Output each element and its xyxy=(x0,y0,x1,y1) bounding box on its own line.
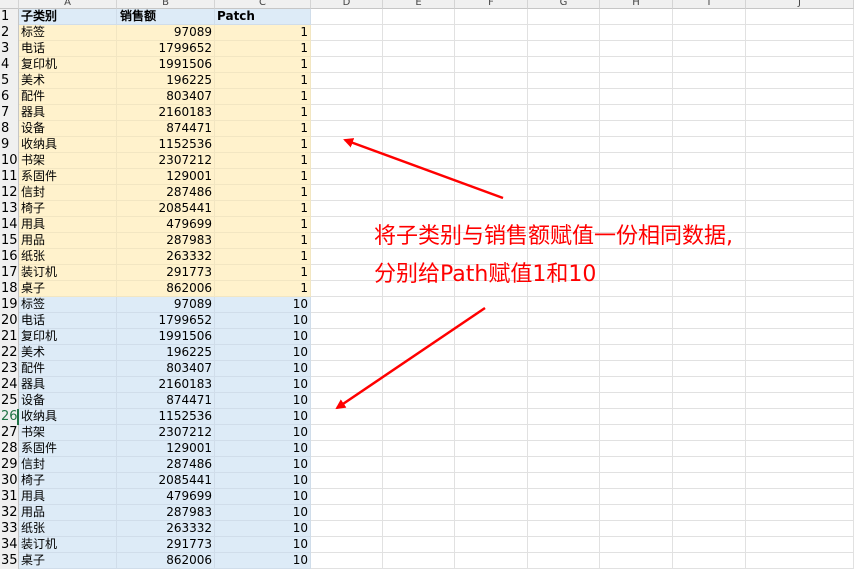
arrow-to-patch10-block xyxy=(335,306,486,410)
arrow-to-patch1-block xyxy=(343,138,504,200)
annotation-arrows xyxy=(335,138,504,410)
